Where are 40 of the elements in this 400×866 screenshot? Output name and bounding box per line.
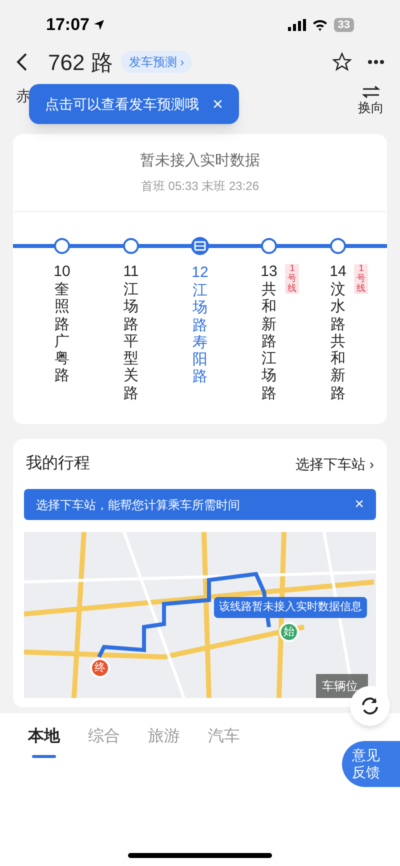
forecast-chip[interactable]: 发车预测 › <box>120 51 192 73</box>
station-name: 江场路平型关路 <box>124 281 138 402</box>
station-number: 11 <box>123 263 139 281</box>
wifi-icon <box>312 19 328 31</box>
category-tab[interactable]: 本地 <box>28 725 60 758</box>
map-notice: 该线路暂未接入实时数据信息 <box>214 597 367 618</box>
station-name: 江场路寿阳路 <box>192 282 208 386</box>
schedule-text: 首班 05:33 末班 23:26 <box>140 178 260 195</box>
station-number: 10 <box>54 263 70 281</box>
location-arrow-icon <box>93 19 106 31</box>
battery-indicator: 33 <box>334 18 354 32</box>
station-number: 12 <box>192 264 208 282</box>
more-icon[interactable] <box>368 60 384 64</box>
category-tab[interactable]: 汽车 <box>208 725 240 758</box>
feedback-button[interactable]: 意见反馈 <box>342 741 400 787</box>
refresh-icon <box>360 696 380 716</box>
status-time: 17:07 <box>46 14 90 36</box>
route-title: 762 路 <box>48 48 113 76</box>
swap-icon <box>362 86 380 98</box>
close-button[interactable]: × <box>354 492 364 516</box>
signal-icon <box>288 19 306 31</box>
station-name: 共和新路江场路 <box>262 281 276 402</box>
station-name: 汶水路共和新路 <box>330 281 346 402</box>
trip-title: 我的行程 <box>26 454 90 474</box>
choose-stop-link[interactable]: 选择下车站 › <box>295 454 374 474</box>
category-tab[interactable]: 综合 <box>88 725 120 758</box>
station-number: 14 <box>330 263 346 281</box>
metro-line-badge: 1号线 <box>354 264 368 294</box>
back-icon <box>16 52 28 72</box>
station-number: 13 <box>260 263 278 281</box>
vehicle-position-button[interactable]: 车辆位 <box>316 674 368 698</box>
station-name: 奎照路广粤路 <box>54 281 70 384</box>
close-button[interactable]: × <box>212 90 223 118</box>
reverse-button[interactable]: 换向 <box>358 86 384 118</box>
tooltip-text: 点击可以查看发车预测哦 <box>45 94 199 114</box>
realtime-status: 暂未接入实时数据 <box>140 151 260 172</box>
hint-text: 选择下车站，能帮您计算乘车所需时间 <box>36 496 240 514</box>
category-tab[interactable]: 旅游 <box>148 725 180 758</box>
star-icon[interactable] <box>332 52 352 72</box>
metro-line-badge: 1号线 <box>285 264 300 294</box>
